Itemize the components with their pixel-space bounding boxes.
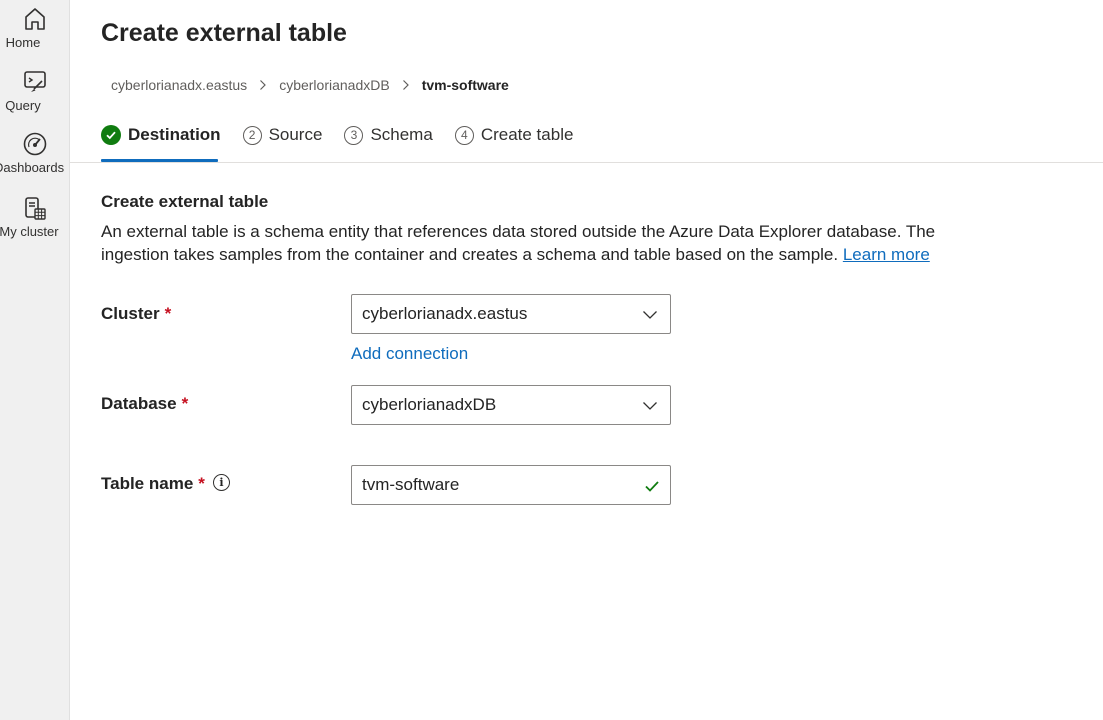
step-number-3: 3	[344, 125, 364, 145]
cluster-label-text: Cluster	[101, 304, 160, 323]
home-icon	[25, 8, 45, 30]
tab-source[interactable]: 2 Source	[242, 120, 323, 150]
add-connection-link[interactable]: Add connection	[351, 344, 468, 364]
tab-schema-label: Schema	[370, 125, 433, 144]
info-icon[interactable]: i	[212, 473, 230, 491]
nav-item-home[interactable]: Home	[0, 5, 69, 50]
cluster-dropdown-value: cyberlorianadx.eastus	[362, 304, 528, 323]
description-text: An external table is a schema entity tha…	[101, 222, 936, 264]
checkmark-circle-icon	[101, 125, 121, 145]
cluster-label: Cluster *	[101, 304, 171, 324]
chevron-right-icon	[402, 80, 409, 90]
nav-item-my-cluster[interactable]: My cluster	[0, 194, 69, 239]
wizard-steps: Destination 2 Source 3 Schema 4 Create t…	[101, 120, 595, 150]
my-cluster-icon	[25, 197, 46, 220]
tab-destination[interactable]: Destination	[101, 120, 221, 150]
dashboard-gauge-icon	[23, 132, 47, 156]
section-description: An external table is a schema entity tha…	[101, 220, 971, 266]
query-icon	[24, 71, 46, 92]
chevron-right-icon	[260, 80, 267, 90]
required-marker: *	[198, 474, 205, 493]
required-marker: *	[164, 304, 172, 323]
tab-create-table-label: Create table	[480, 125, 574, 144]
required-marker: *	[181, 394, 189, 413]
breadcrumb-current-table: tvm-software	[421, 77, 509, 93]
valid-checkmark-icon	[645, 481, 659, 492]
nav-item-dashboards-label: Dashboards	[0, 160, 65, 175]
nav-item-home-label: Home	[5, 35, 41, 50]
database-label: Database *	[101, 394, 188, 414]
table-name-label: Table name * i	[101, 473, 230, 494]
page-title: Create external table	[101, 19, 347, 47]
database-dropdown[interactable]: cyberlorianadxDB	[351, 385, 671, 425]
section-title: Create external table	[101, 192, 269, 211]
table-name-input-value: tvm-software	[362, 475, 460, 494]
left-nav-rail: Home Query Dashboards My cluster	[0, 0, 70, 720]
tab-destination-label: Destination	[128, 125, 221, 144]
database-dropdown-value: cyberlorianadxDB	[362, 395, 497, 414]
nav-item-dashboards[interactable]: Dashboards	[0, 130, 69, 175]
chevron-down-icon	[643, 311, 657, 319]
step-number-4: 4	[454, 125, 474, 145]
tab-create-table[interactable]: 4 Create table	[454, 120, 574, 150]
divider	[70, 162, 1103, 163]
learn-more-link[interactable]: Learn more	[843, 245, 930, 264]
step-number-2: 2	[242, 125, 262, 145]
chevron-down-icon	[643, 402, 657, 410]
nav-item-query[interactable]: Query	[0, 68, 69, 113]
cluster-dropdown[interactable]: cyberlorianadx.eastus	[351, 294, 671, 334]
tab-source-label: Source	[268, 125, 323, 144]
breadcrumb-database[interactable]: cyberlorianadxDB	[279, 77, 390, 93]
nav-item-query-label: Query	[5, 98, 41, 113]
tab-schema[interactable]: 3 Schema	[344, 120, 433, 150]
table-name-label-text: Table name	[101, 474, 194, 493]
table-name-input[interactable]: tvm-software	[351, 465, 671, 505]
nav-item-my-cluster-label: My cluster	[0, 224, 59, 239]
database-label-text: Database	[101, 394, 177, 413]
breadcrumb-cluster[interactable]: cyberlorianadx.eastus	[111, 77, 247, 93]
breadcrumb: cyberlorianadx.eastus cyberlorianadxDB t…	[111, 77, 509, 93]
